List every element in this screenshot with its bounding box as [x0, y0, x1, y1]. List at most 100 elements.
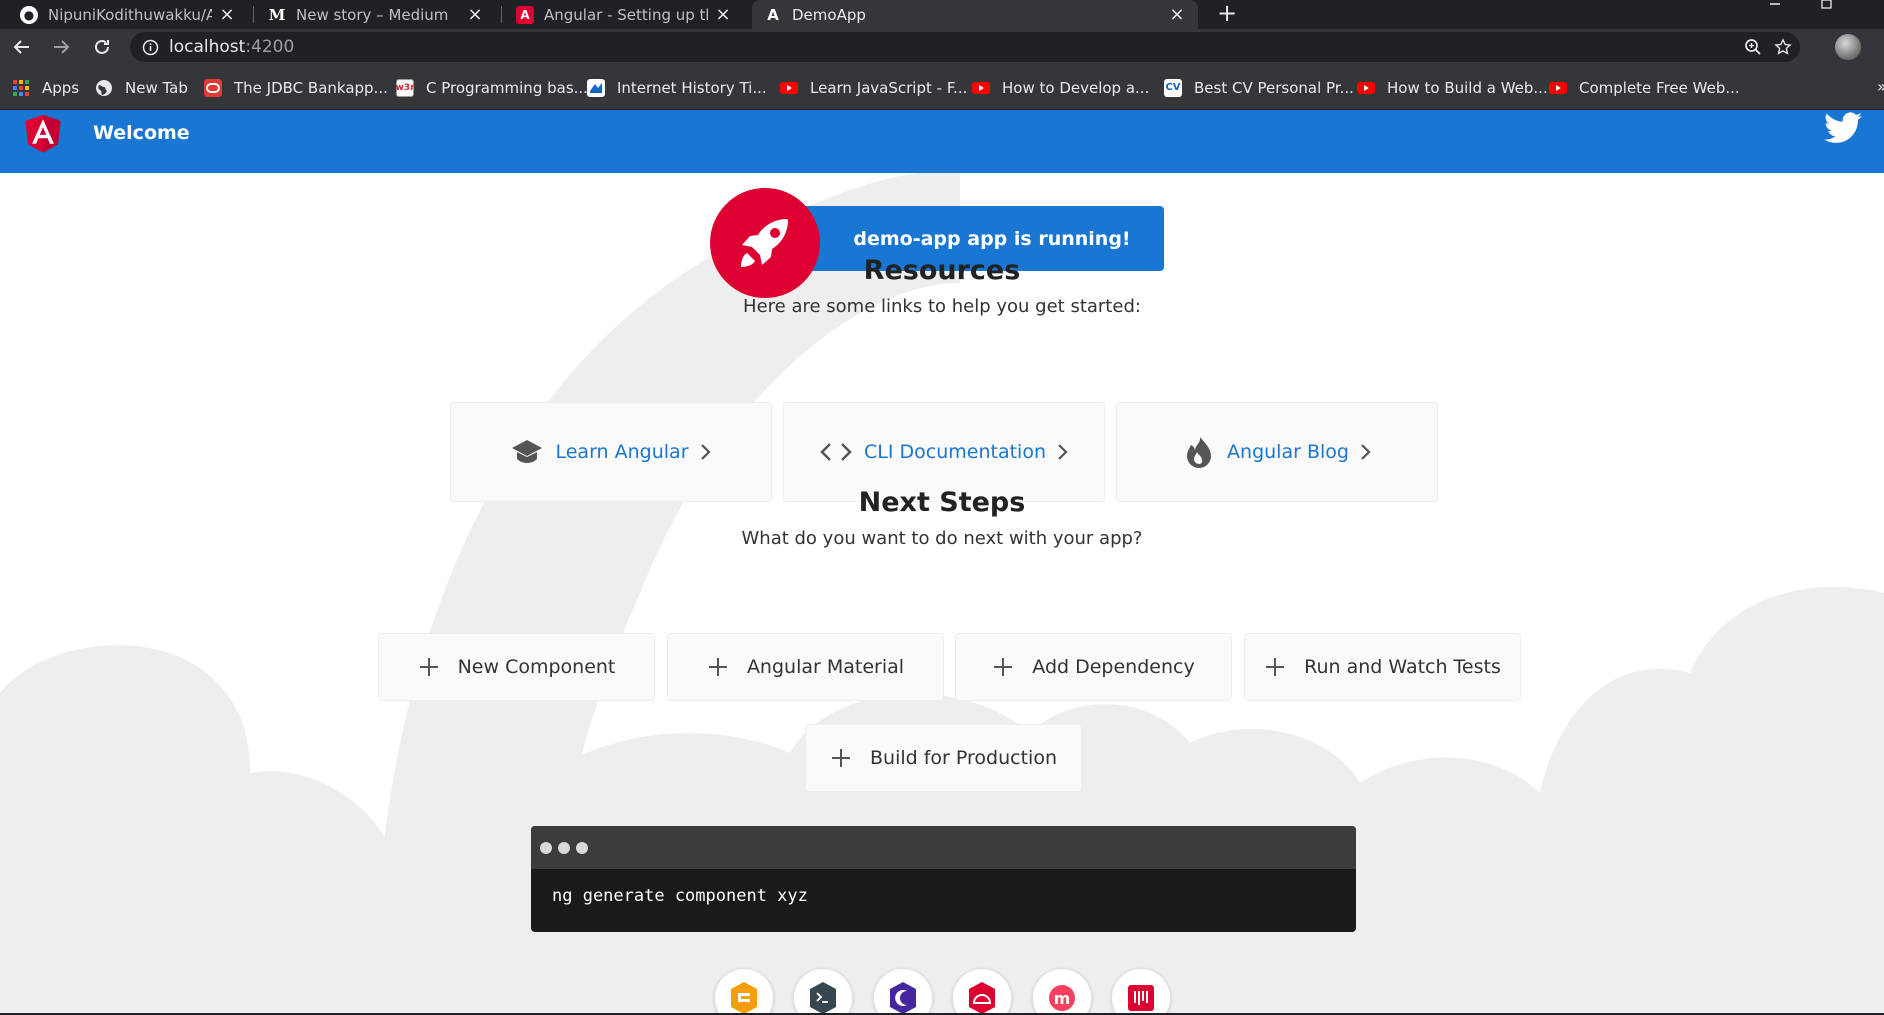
tab-separator	[501, 6, 502, 23]
chevron-right-icon	[1359, 443, 1371, 461]
card-label: CLI Documentation	[864, 441, 1046, 463]
info-icon[interactable]	[142, 39, 159, 56]
bookmark-c-programming[interactable]: w3r C Programming bas...	[396, 65, 588, 110]
close-icon[interactable]: ×	[1168, 4, 1186, 25]
chevron-right-icon	[699, 443, 711, 461]
chevron-right-icon	[1056, 443, 1068, 461]
youtube-icon	[780, 81, 798, 94]
bookmark-label: Internet History Ti...	[617, 78, 767, 97]
bookmark-label: Learn JavaScript - F...	[810, 78, 968, 97]
tab-strip: ● NipuniKodithuwakku/Angular-fir × M New…	[0, 0, 1884, 29]
new-tab-button[interactable]: +	[1214, 0, 1240, 27]
w3schools-icon: w3r	[396, 78, 415, 97]
tab-demoapp[interactable]: A DemoApp ×	[752, 0, 1198, 29]
arrow-right-icon	[54, 40, 70, 54]
plus-icon	[418, 656, 440, 678]
bookmark-label: How to Build a Web...	[1387, 78, 1548, 97]
tab-github[interactable]: ● NipuniKodithuwakku/Angular-fir ×	[8, 0, 248, 29]
cli-icon	[810, 982, 836, 1014]
terminal-dot	[558, 841, 570, 854]
zoom-icon[interactable]	[1742, 36, 1764, 58]
arrow-left-icon	[13, 40, 29, 54]
step-label: New Component	[457, 656, 616, 678]
reload-icon	[95, 39, 109, 54]
angular-icon: A	[767, 5, 779, 24]
apps-grid-icon	[13, 79, 29, 96]
app-toolbar: Welcome	[0, 110, 1884, 173]
bookmark-label: C Programming bas...	[426, 78, 588, 97]
step-label: Run and Watch Tests	[1304, 656, 1501, 678]
oracle-icon	[204, 78, 222, 97]
step-label: Angular Material	[746, 656, 905, 678]
meetup-icon: m	[1049, 985, 1075, 1011]
build-for-production-button[interactable]: Build for Production	[805, 724, 1082, 792]
bookmark-label: Best CV Personal Pr...	[1194, 78, 1354, 97]
close-icon[interactable]: ×	[714, 4, 732, 25]
youtube-icon	[972, 81, 990, 94]
medium-icon: M	[268, 5, 286, 24]
new-component-button[interactable]: New Component	[378, 633, 655, 701]
url-port: :4200	[245, 37, 295, 57]
minimize-icon[interactable]	[1760, 0, 1790, 14]
browser-toolbar: localhost:4200	[0, 29, 1884, 65]
github-icon: ●	[20, 5, 38, 24]
reload-button[interactable]	[88, 33, 116, 61]
bookmark-apps[interactable]: Apps	[12, 65, 79, 110]
tab-angular-docs[interactable]: A Angular - Setting up the local en ×	[504, 0, 744, 29]
bookmark-label: How to Develop a...	[1002, 78, 1150, 97]
twitter-icon[interactable]	[1824, 112, 1862, 144]
star-icon[interactable]	[1772, 36, 1794, 58]
back-button[interactable]	[8, 33, 36, 61]
bookmark-label: New Tab	[125, 78, 188, 97]
next-steps-heading: Next Steps	[858, 487, 1026, 518]
run-and-watch-tests-button[interactable]: Run and Watch Tests	[1244, 633, 1521, 701]
bookmarks-overflow-icon[interactable]: »	[1877, 77, 1884, 96]
card-label: Angular Blog	[1227, 441, 1349, 463]
tab-medium[interactable]: M New story – Medium ×	[256, 0, 496, 29]
close-icon[interactable]: ×	[218, 4, 236, 25]
close-icon[interactable]: ×	[466, 4, 484, 25]
site-icon	[587, 78, 605, 97]
profile-avatar[interactable]	[1835, 34, 1861, 60]
bookmark-complete-free-web[interactable]: Complete Free Web...	[1549, 65, 1740, 110]
bookmark-new-tab[interactable]: New Tab	[95, 65, 188, 110]
resources-heading: Resources	[863, 255, 1021, 286]
youtube-icon	[1357, 81, 1375, 94]
terminal-dot	[576, 841, 588, 854]
flame-icon	[1183, 436, 1215, 468]
card-label: Learn Angular	[555, 441, 689, 463]
tab-label: Angular - Setting up the local en	[544, 5, 708, 24]
restore-icon[interactable]	[1812, 0, 1842, 14]
angular-logo-icon	[25, 114, 61, 153]
forward-button[interactable]	[47, 33, 75, 61]
terminal-header	[531, 826, 1356, 869]
svg-text:m: m	[1054, 989, 1071, 1008]
bookmark-jdbc[interactable]: The JDBC Bankapp...	[204, 65, 388, 110]
plus-icon	[992, 656, 1014, 678]
animations-icon	[731, 982, 757, 1014]
terminal-command: ng generate component xyz	[552, 886, 808, 906]
terminal-dot	[540, 841, 552, 854]
bookmark-build-web[interactable]: How to Build a Web...	[1357, 65, 1548, 110]
tab-label: NipuniKodithuwakku/Angular-fir	[48, 5, 212, 24]
protractor-icon	[969, 982, 995, 1014]
next-steps-subtitle: What do you want to do next with your ap…	[741, 528, 1143, 549]
terminal-block: ng generate component xyz	[531, 826, 1356, 932]
address-bar[interactable]: localhost:4200	[130, 32, 1800, 62]
bookmark-internet-history[interactable]: Internet History Ti...	[587, 65, 767, 110]
bookmark-how-to-develop[interactable]: How to Develop a...	[972, 65, 1149, 110]
step-label: Add Dependency	[1032, 656, 1195, 678]
plus-icon	[707, 656, 729, 678]
add-dependency-button[interactable]: Add Dependency	[955, 633, 1232, 701]
graduation-cap-icon	[511, 436, 543, 468]
code-brackets-icon	[820, 436, 852, 468]
bookmark-learn-javascript[interactable]: Learn JavaScript - F...	[780, 65, 967, 110]
discord-icon	[1128, 985, 1154, 1011]
step-label: Build for Production	[870, 747, 1057, 769]
bookmark-best-cv[interactable]: CV Best CV Personal Pr...	[1164, 65, 1354, 110]
youtube-icon	[1549, 81, 1567, 94]
page-content: Welcome demo-app app is running! Resourc…	[0, 110, 1884, 1015]
augury-icon	[890, 982, 916, 1014]
resources-subtitle: Here are some links to help you get star…	[743, 296, 1141, 317]
angular-material-button[interactable]: Angular Material	[667, 633, 944, 701]
